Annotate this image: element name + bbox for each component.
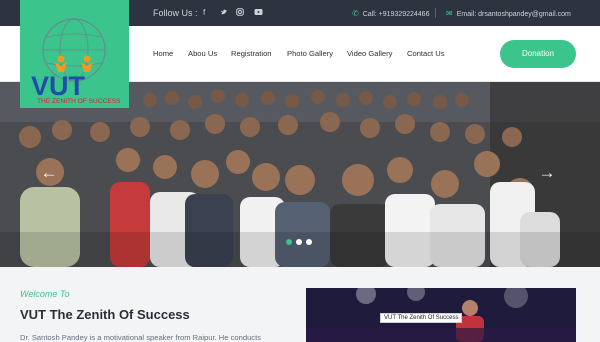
email-contact[interactable]: ✉ Email: drsantoshpandey@gmail.com xyxy=(446,9,571,18)
nav-photo-gallery[interactable]: Photo Gallery xyxy=(287,49,333,58)
phone-text: Call: +919329224466 xyxy=(362,11,430,18)
phone-icon: ✆ xyxy=(352,9,359,18)
youtube-icon[interactable] xyxy=(254,8,263,19)
welcome-label: Welcome To xyxy=(20,289,70,299)
slider-dot-3[interactable] xyxy=(306,239,312,245)
follow-us-label: Follow Us : xyxy=(153,8,198,18)
email-text: Email: drsantoshpandey@gmail.com xyxy=(456,11,571,18)
nav-registration[interactable]: Registration xyxy=(231,49,272,58)
hero-prev-arrow[interactable]: ← xyxy=(34,159,64,189)
video-title: VUT The Zenith Of Success xyxy=(380,313,463,323)
slider-dot-1[interactable] xyxy=(286,239,292,245)
about-title: VUT The Zenith Of Success xyxy=(20,307,190,322)
logo-tagline: THE ZENITH OF SUCCESS xyxy=(37,98,121,105)
nav-video-gallery[interactable]: Video Gallery xyxy=(347,49,392,58)
hero-next-arrow[interactable]: → xyxy=(532,159,562,189)
envelope-icon: ✉ xyxy=(446,9,453,18)
nav-home[interactable]: Home xyxy=(153,49,173,58)
slider-dot-2[interactable] xyxy=(296,239,302,245)
instagram-icon[interactable] xyxy=(236,8,244,19)
nav-contact-us[interactable]: Contact Us xyxy=(407,49,445,58)
phone-contact[interactable]: ✆ Call: +919329224466 xyxy=(352,9,429,18)
donation-button[interactable]: Donation xyxy=(500,40,576,68)
logo-graphic: VUT xyxy=(31,18,106,101)
logo-letters: VUT xyxy=(31,71,86,101)
nav-about-us[interactable]: Abou Us xyxy=(188,49,217,58)
about-text: Dr. Santosh Pandey is a motivational spe… xyxy=(20,333,262,342)
contact-divider xyxy=(435,8,436,18)
facebook-icon[interactable]: f xyxy=(203,8,205,18)
site-logo[interactable]: VUT xyxy=(20,0,129,108)
twitter-icon[interactable] xyxy=(220,8,228,19)
